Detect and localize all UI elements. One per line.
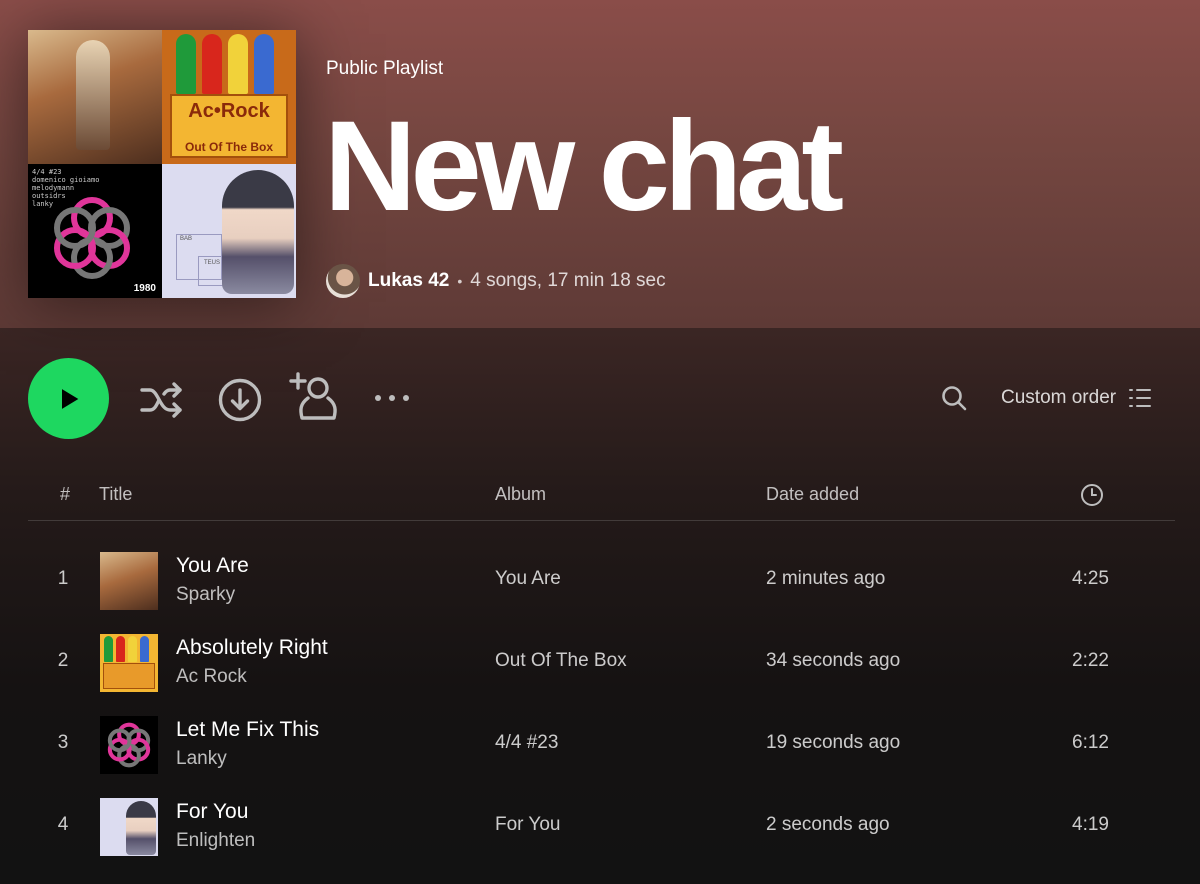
track-title[interactable]: Let Me Fix This xyxy=(176,718,319,742)
cover-tile-out-of-the-box: Ac•Rock Out Of The Box xyxy=(162,30,296,164)
search-button[interactable] xyxy=(934,378,974,418)
track-thumbnail xyxy=(100,798,158,856)
table-row[interactable]: 4 For You Enlighten For You 2 seconds ag… xyxy=(28,786,1175,868)
playlist-meta: Lukas 42 • 4 songs, 17 min 18 sec xyxy=(326,264,666,298)
track-thumbnail xyxy=(100,552,158,610)
cover-art-text-b: TEUS xyxy=(204,260,221,266)
playlist-type-label: Public Playlist xyxy=(326,58,444,79)
column-header-title[interactable]: Title xyxy=(99,484,132,505)
track-duration: 4:25 xyxy=(1072,568,1109,589)
cover-tile-for-you: BAB TEUS xyxy=(162,164,296,298)
track-album[interactable]: For You xyxy=(495,814,561,836)
track-title[interactable]: For You xyxy=(176,800,248,824)
track-artist[interactable]: Sparky xyxy=(176,584,235,606)
track-number: 1 xyxy=(57,568,69,589)
avatar[interactable] xyxy=(326,264,360,298)
cover-art-label: 1980 xyxy=(133,283,156,294)
shuffle-button[interactable] xyxy=(136,374,188,426)
column-header-date-added[interactable]: Date added xyxy=(766,484,859,505)
meta-separator: • xyxy=(457,273,463,289)
playlist-cover[interactable]: Ac•Rock Out Of The Box 4/4 #23 domenico … xyxy=(28,30,296,298)
shuffle-icon xyxy=(140,382,182,418)
track-number: 4 xyxy=(57,814,69,835)
list-icon xyxy=(1129,389,1152,407)
search-icon xyxy=(942,386,967,411)
anime-character-art xyxy=(222,170,294,294)
track-duration: 2:22 xyxy=(1072,650,1109,671)
column-header-number[interactable]: # xyxy=(60,484,70,505)
track-album[interactable]: You Are xyxy=(495,568,561,590)
column-header-duration[interactable] xyxy=(1080,483,1104,512)
track-album[interactable]: Out Of The Box xyxy=(495,650,627,672)
playlist-stats: 4 songs, 17 min 18 sec xyxy=(470,270,666,291)
track-artist[interactable]: Ac Rock xyxy=(176,666,247,688)
cover-tile-4-4-23: 4/4 #23 domenico gioiamo melodymann outs… xyxy=(28,164,162,298)
column-header-album[interactable]: Album xyxy=(495,484,546,505)
cover-art-subtitle: Out Of The Box xyxy=(185,140,273,154)
clock-icon xyxy=(1081,484,1103,506)
crayons-art xyxy=(176,34,274,94)
play-icon xyxy=(61,388,78,409)
table-row[interactable]: 3 Let Me Fix This Lanky 4/4 #23 19 secon… xyxy=(28,704,1175,786)
page-title[interactable]: New chat xyxy=(324,92,844,242)
sort-dropdown[interactable]: Custom order xyxy=(1001,384,1152,412)
more-options-button[interactable] xyxy=(368,380,416,416)
owner-link[interactable]: Lukas 42 xyxy=(368,270,449,292)
track-thumbnail xyxy=(100,634,158,692)
play-button[interactable] xyxy=(28,358,109,439)
album-box-art: Ac•Rock Out Of The Box xyxy=(170,94,288,158)
track-artist[interactable]: Enlighten xyxy=(176,830,255,852)
download-icon xyxy=(218,378,262,422)
track-number: 3 xyxy=(57,732,69,753)
table-row[interactable]: 2 Absolutely Right Ac Rock Out Of The Bo… xyxy=(28,622,1175,704)
track-duration: 6:12 xyxy=(1072,732,1109,753)
track-title[interactable]: Absolutely Right xyxy=(176,636,328,660)
table-row[interactable]: 1 You Are Sparky You Are 2 minutes ago 4… xyxy=(28,540,1175,622)
track-date-added: 19 seconds ago xyxy=(766,732,901,753)
track-title[interactable]: You Are xyxy=(176,554,249,578)
track-album[interactable]: 4/4 #23 xyxy=(495,732,558,754)
flower-art xyxy=(54,197,130,279)
track-artist[interactable]: Lanky xyxy=(176,748,227,770)
track-thumbnail xyxy=(100,716,158,774)
download-button[interactable] xyxy=(214,374,266,426)
cover-art-text-a: BAB xyxy=(180,236,193,242)
track-date-added: 34 seconds ago xyxy=(766,650,901,671)
sort-label: Custom order xyxy=(1001,387,1117,408)
cover-art-title: Ac•Rock xyxy=(188,100,270,122)
add-user-button[interactable] xyxy=(288,370,342,424)
cover-tile-you-are xyxy=(28,30,162,164)
header-divider xyxy=(28,520,1175,521)
add-user-icon xyxy=(289,372,337,420)
track-date-added: 2 seconds ago xyxy=(766,814,890,835)
track-duration: 4:19 xyxy=(1072,814,1109,835)
track-date-added: 2 minutes ago xyxy=(766,568,886,589)
track-number: 2 xyxy=(57,650,69,671)
more-icon xyxy=(375,395,409,401)
